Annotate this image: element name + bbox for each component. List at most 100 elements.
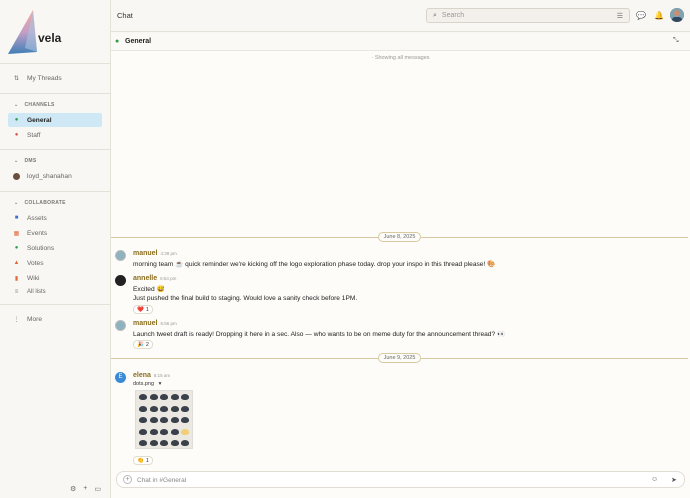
sidebar-item-label: General: [27, 116, 52, 124]
dot-shape: [160, 405, 168, 412]
list-icon: ≡: [14, 289, 19, 295]
keyboard-icon[interactable]: ▭: [94, 485, 101, 493]
message-text: Excited 😅: [133, 286, 165, 293]
chat-panel: ● General ⤡ · Showing all messages June …: [111, 33, 690, 498]
sidebar: vela ⇅ My Threads ⌄ CHANNELS ● General ●…: [0, 0, 111, 498]
avatar[interactable]: E: [115, 372, 126, 383]
check-circle-icon: ●: [14, 245, 19, 251]
sidebar-footer: ⚙ + ▭: [70, 485, 101, 493]
channel-name: General: [125, 38, 152, 45]
dot-shape: [181, 417, 189, 423]
message-author[interactable]: elena: [133, 372, 151, 379]
dot-shape: [149, 440, 158, 446]
date-label: June 8, 2025: [377, 232, 422, 242]
dot-shape: [149, 428, 158, 435]
user-avatar[interactable]: [670, 8, 684, 22]
sidebar-item-events[interactable]: ▦ Events: [8, 226, 102, 240]
dot-shape: [160, 394, 168, 400]
reaction-chip[interactable]: 🎉 2: [133, 340, 153, 349]
dot-shape: [149, 417, 158, 423]
sidebar-item-staff[interactable]: ● Staff: [8, 128, 102, 142]
user-avatar: [13, 172, 20, 180]
caret-down-icon[interactable]: ▾: [159, 381, 162, 387]
search-input[interactable]: ⌕ Search ☰: [426, 8, 630, 23]
avatar[interactable]: [115, 320, 126, 331]
more-link[interactable]: ⋮ More: [8, 312, 102, 326]
sidebar-item-solutions[interactable]: ● Solutions: [8, 241, 102, 255]
date-separator: June 9, 2025: [111, 353, 688, 363]
dot-shape: [139, 428, 147, 435]
plus-icon[interactable]: +: [83, 485, 87, 493]
page-title: Chat: [117, 11, 133, 20]
showing-all-messages: · Showing all messages: [371, 55, 430, 61]
more-vertical-icon: ⋮: [13, 316, 20, 323]
avatar[interactable]: [115, 275, 126, 286]
message-time: 6:56 pm: [160, 321, 177, 326]
sidebar-item-label: All lists: [27, 289, 46, 295]
date-label: June 9, 2025: [377, 353, 422, 363]
sidebar-item-all-lists[interactable]: ≡ All lists: [8, 285, 102, 299]
bell-icon[interactable]: 🔔: [654, 11, 664, 20]
dot-shape: [139, 440, 147, 446]
chat-bubble-icon: ●: [14, 117, 19, 123]
sidebar-item-wiki[interactable]: ▮ Wiki: [8, 271, 102, 285]
dot-shape: [170, 394, 179, 400]
dot-shape: [181, 405, 189, 412]
channels-section-toggle[interactable]: ⌄ CHANNELS: [14, 102, 55, 108]
thumbs-up-icon: ▲: [13, 260, 20, 266]
avatar[interactable]: [115, 250, 126, 261]
settings-icon[interactable]: ⚙: [70, 485, 76, 493]
sidebar-item-loyd-shanahan[interactable]: loyd_shanahan: [8, 169, 102, 183]
vela-logo-icon: [8, 10, 37, 54]
dms-section-toggle[interactable]: ⌄ DMS: [14, 158, 37, 164]
send-icon[interactable]: ➤: [671, 476, 677, 484]
sidebar-item-label: loyd_shanahan: [27, 172, 72, 180]
sidebar-item-label: Staff: [27, 131, 41, 139]
my-threads-link[interactable]: ⇅ My Threads: [8, 71, 102, 85]
dot-shape: [160, 428, 168, 435]
dot-shape: [160, 417, 168, 423]
more-label: More: [27, 315, 43, 323]
emoji-icon[interactable]: ☺: [651, 476, 658, 483]
chevron-down-icon: ⌄: [14, 158, 19, 164]
dot-shape: [170, 417, 179, 423]
calendar-icon: ▦: [13, 230, 20, 237]
collaborate-section-label: COLLABORATE: [24, 200, 66, 206]
sidebar-item-label: Solutions: [27, 244, 55, 252]
sidebar-item-label: Votes: [27, 259, 44, 267]
message-author[interactable]: annelle: [133, 275, 157, 282]
add-attachment-button[interactable]: +: [123, 475, 132, 484]
sidebar-item-assets[interactable]: ■ Assets: [8, 211, 102, 225]
message-author[interactable]: manuel: [133, 320, 158, 327]
dot-shape: [170, 440, 179, 446]
attachment-image[interactable]: [135, 390, 193, 449]
top-bar: Chat ⌕ Search ☰ 💬 🔔: [111, 0, 690, 32]
message-author[interactable]: manuel: [133, 250, 158, 257]
dms-section-label: DMS: [24, 158, 37, 164]
threads-icon: ⇅: [13, 75, 20, 82]
collaborate-section-toggle[interactable]: ⌄ COLLABORATE: [14, 200, 66, 206]
message-text: morning team ☕ quick reminder we're kick…: [133, 261, 496, 268]
message-time: 6:54 pm: [160, 276, 177, 281]
attachment-name[interactable]: dots.png ▾: [133, 381, 161, 387]
app-logo[interactable]: vela: [7, 8, 87, 56]
chat-icon[interactable]: 💬: [636, 11, 646, 20]
filter-icon[interactable]: ☰: [617, 12, 623, 20]
dot-shape: [181, 394, 189, 400]
sidebar-item-votes[interactable]: ▲ Votes: [8, 256, 102, 270]
reaction-count: 2: [145, 341, 149, 348]
dot-shape: [160, 440, 168, 446]
message-composer[interactable]: + Chat in #General ☺ ➤: [116, 471, 685, 488]
reaction-chip[interactable]: 👏 1: [133, 456, 153, 465]
sidebar-item-label: Events: [27, 229, 48, 237]
channels-section-label: CHANNELS: [24, 102, 55, 108]
dot-shape: [149, 394, 158, 400]
message-time: 8:15 am: [153, 373, 171, 378]
reaction-count: 1: [145, 457, 149, 464]
reaction-chip[interactable]: ❤️ 1: [133, 305, 153, 314]
dot-shape: [149, 405, 158, 412]
my-threads-label: My Threads: [27, 74, 62, 82]
collapse-icon[interactable]: ⤡: [673, 37, 679, 45]
chat-bubble-icon: ●: [115, 38, 120, 45]
sidebar-item-general[interactable]: ● General: [8, 113, 102, 127]
